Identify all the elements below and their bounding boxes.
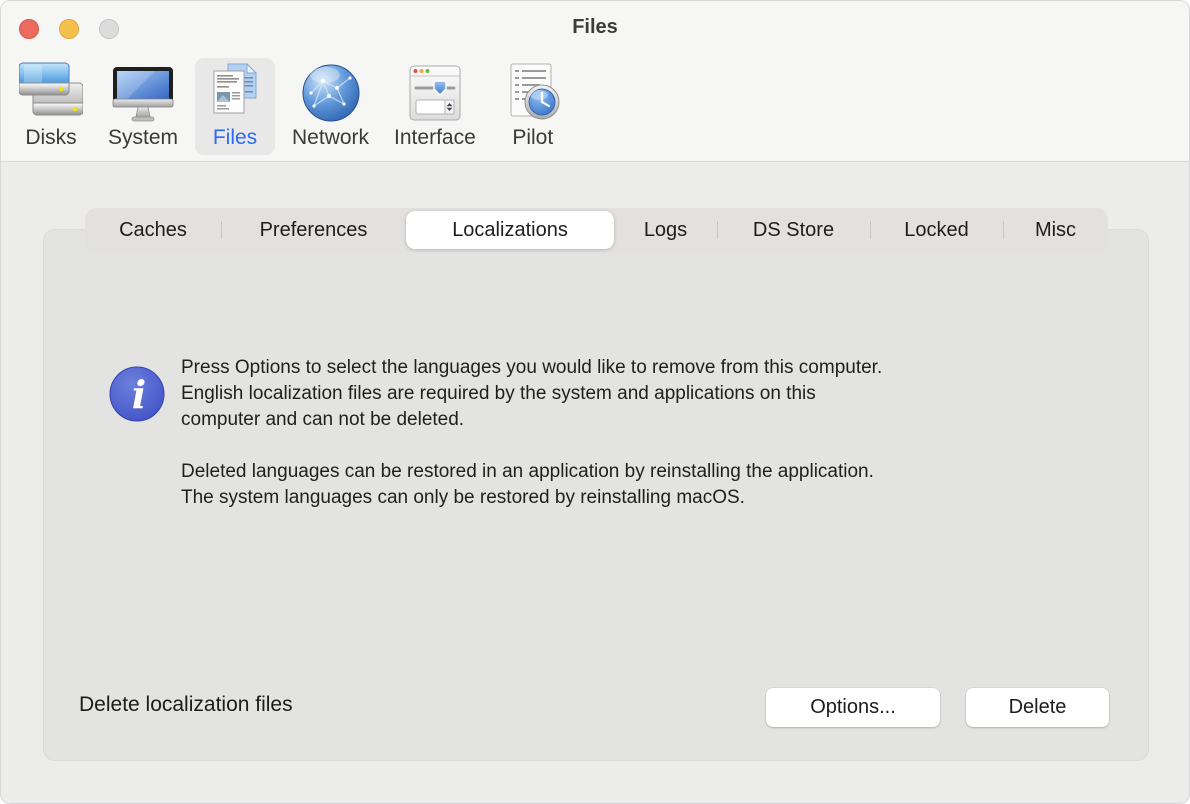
tab-separator: [870, 221, 871, 239]
tab-separator: [1003, 221, 1004, 239]
toolbar-label-pilot: Pilot: [512, 126, 553, 150]
toolbar-label-network: Network: [292, 126, 369, 150]
window: Files: [0, 0, 1190, 804]
toolbar-item-disks[interactable]: Disks: [11, 58, 91, 155]
system-icon: [111, 61, 175, 125]
info-paragraph-1: Press Options to select the languages yo…: [181, 355, 882, 433]
tab-misc[interactable]: Misc: [1003, 208, 1108, 252]
info-line: Deleted languages can be restored in an …: [181, 459, 882, 485]
toolbar-item-interface[interactable]: Interface: [386, 58, 484, 155]
delete-button[interactable]: Delete: [966, 688, 1109, 727]
tab-preferences[interactable]: Preferences: [221, 208, 406, 252]
tab-label: Logs: [644, 219, 687, 242]
toolbar-item-network[interactable]: Network: [284, 58, 377, 155]
tab-label: DS Store: [753, 219, 834, 242]
toolbar-label-system: System: [108, 126, 178, 150]
info-text: Press Options to select the languages yo…: [181, 355, 882, 511]
info-paragraph-2: Deleted languages can be restored in an …: [181, 459, 882, 511]
tab-logs[interactable]: Logs: [614, 208, 717, 252]
toolbar-item-files[interactable]: Files: [195, 58, 275, 155]
interface-icon: [403, 61, 467, 125]
info-line: Press Options to select the languages yo…: [181, 355, 882, 381]
tab-label: Preferences: [260, 219, 368, 242]
files-icon: [203, 61, 267, 125]
disks-icon: [19, 61, 83, 125]
window-title: Files: [1, 16, 1189, 39]
toolbar-label-disks: Disks: [25, 126, 76, 150]
tab-label: Caches: [119, 219, 187, 242]
options-button[interactable]: Options...: [766, 688, 940, 727]
svg-text:i: i: [132, 372, 146, 417]
toolbar-item-system[interactable]: System: [100, 58, 186, 155]
tab-label: Misc: [1035, 219, 1076, 242]
toolbar: Disks: [11, 58, 573, 155]
tab-locked[interactable]: Locked: [870, 208, 1003, 252]
pilot-icon: [501, 61, 565, 125]
tab-label: Localizations: [452, 219, 568, 242]
tab-caches[interactable]: Caches: [85, 208, 221, 252]
toolbar-label-interface: Interface: [394, 126, 476, 150]
info-line: The system languages can only be restore…: [181, 485, 882, 511]
tab-localizations[interactable]: Localizations: [406, 211, 614, 249]
info-line: computer and can not be deleted.: [181, 407, 882, 433]
delete-localization-files-label: Delete localization files: [79, 693, 293, 717]
tab-separator: [221, 221, 222, 239]
tab-label: Locked: [904, 219, 969, 242]
network-icon: [299, 61, 363, 125]
tab-ds-store[interactable]: DS Store: [717, 208, 870, 252]
toolbar-item-pilot[interactable]: Pilot: [493, 58, 573, 155]
tab-separator: [717, 221, 718, 239]
titlebar-toolbar: Files: [1, 1, 1189, 162]
info-line: English localization files are required …: [181, 381, 882, 407]
info-icon: i: [109, 366, 165, 422]
tab-bar: Caches Preferences Localizations Logs DS…: [85, 208, 1108, 252]
toolbar-label-files: Files: [213, 126, 257, 150]
content-box: i Press Options to select the languages …: [43, 229, 1149, 761]
